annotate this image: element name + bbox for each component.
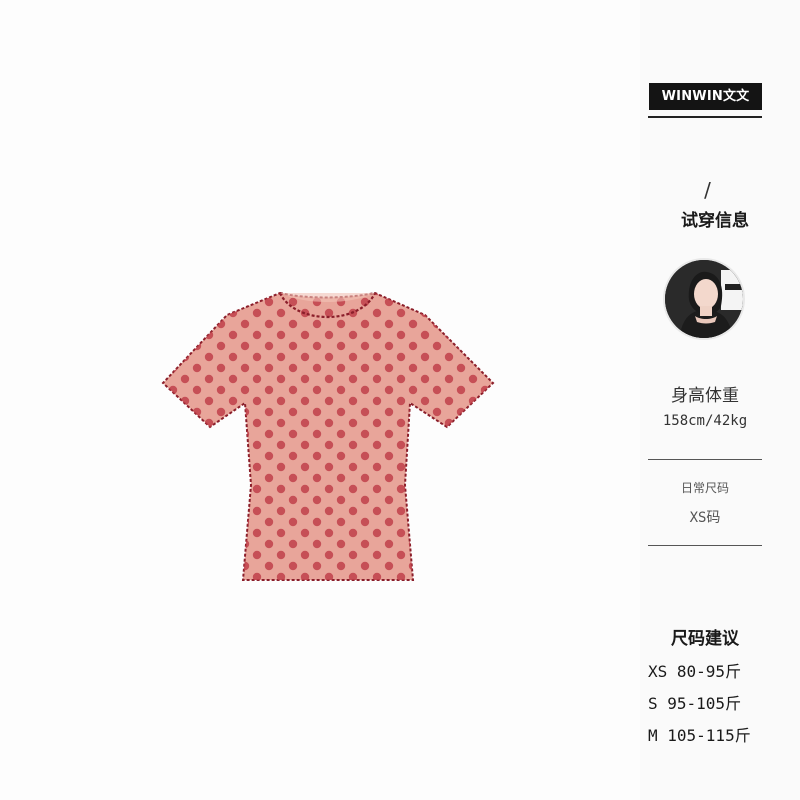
brand-badge: WINWIN文文: [649, 83, 762, 110]
size-row-s: S 95-105斤: [648, 694, 742, 713]
height-weight-label: 身高体重: [671, 386, 739, 406]
model-avatar: [663, 258, 745, 340]
divider-1: [648, 459, 762, 460]
tryon-section-title: 试穿信息: [681, 211, 749, 231]
brand-underline: [648, 116, 762, 118]
daily-size-value: XS码: [689, 510, 721, 526]
divider-2: [648, 545, 762, 546]
mesh-polka-dot-top-image: [161, 291, 495, 581]
size-row-xs: XS 80-95斤: [648, 662, 742, 681]
daily-size-label: 日常尺码: [680, 481, 729, 495]
height-weight-value: 158cm/42kg: [662, 413, 748, 429]
size-row-m: M 105-115斤: [648, 726, 751, 745]
product-image-area: [0, 0, 640, 800]
size-guide-title: 尺码建议: [671, 629, 739, 649]
slash-divider: /: [704, 178, 711, 202]
